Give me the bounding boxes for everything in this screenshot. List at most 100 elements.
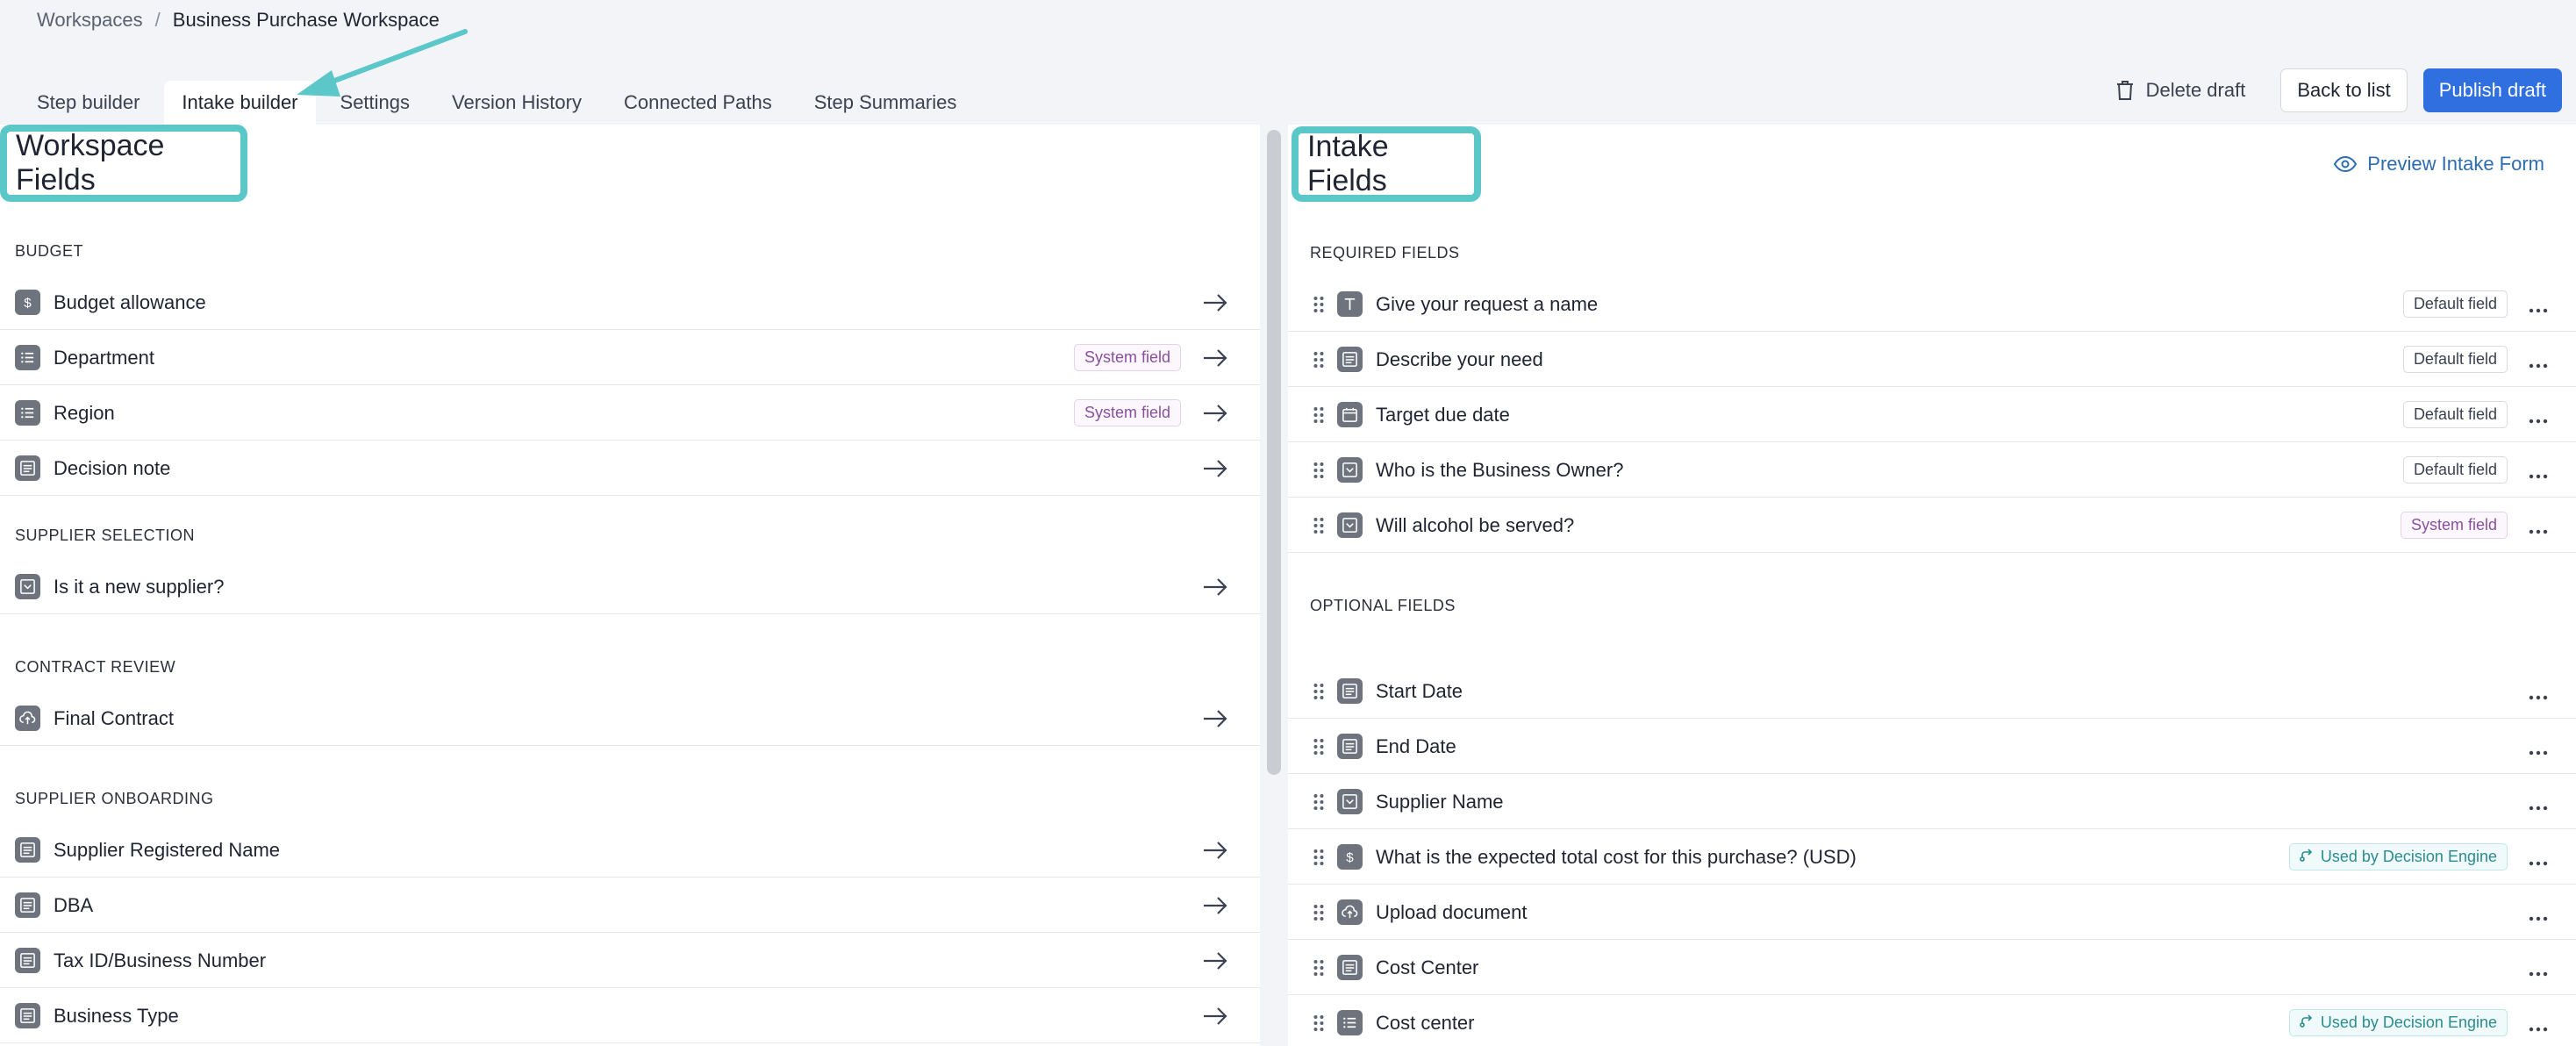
more-options-icon[interactable] — [2529, 523, 2548, 534]
drag-handle-icon[interactable] — [1313, 350, 1325, 369]
more-options-icon[interactable] — [2529, 302, 2548, 312]
intake-field-row[interactable]: Cost center Used by Decision Engine — [1288, 996, 2576, 1046]
field-label: Final Contract — [54, 706, 174, 729]
list-icon — [15, 345, 40, 370]
decision-engine-badge: Used by Decision Engine — [2288, 1009, 2508, 1036]
section-heading: CONTRACT REVIEW — [15, 658, 176, 676]
publish-draft-button[interactable]: Publish draft — [2422, 68, 2562, 112]
intake-field-row[interactable]: Target due date Default field — [1288, 388, 2576, 442]
arrow-right-icon[interactable] — [1202, 292, 1228, 313]
intake-field-row[interactable]: Supplier Name — [1288, 775, 2576, 829]
intake-field-row[interactable]: Cost Center — [1288, 941, 2576, 995]
more-options-icon[interactable] — [2529, 412, 2548, 423]
dollar-icon: $ — [1337, 844, 1363, 870]
more-options-icon[interactable] — [2529, 357, 2548, 368]
badge-label: Used by Decision Engine — [2320, 848, 2497, 865]
more-options-icon[interactable] — [2529, 799, 2548, 810]
intake-field-row[interactable]: Give your request a name Default field — [1288, 277, 2576, 332]
more-options-icon[interactable] — [2529, 910, 2548, 921]
text-area-icon — [15, 892, 40, 918]
field-label: Is it a new supplier? — [54, 575, 225, 598]
drag-handle-icon[interactable] — [1313, 682, 1325, 701]
intake-field-row[interactable]: Who is the Business Owner? Default field — [1288, 443, 2576, 498]
more-options-icon[interactable] — [2529, 965, 2548, 976]
breadcrumb-workspaces-link[interactable]: Workspaces — [37, 9, 143, 32]
tab-connected-paths[interactable]: Connected Paths — [606, 81, 790, 125]
intake-field-row[interactable]: End Date — [1288, 720, 2576, 774]
intake-fields-title: Intake Fields — [1292, 126, 1481, 202]
drag-handle-icon[interactable] — [1313, 792, 1325, 812]
default-field-badge: Default field — [2402, 401, 2508, 428]
arrow-right-icon[interactable] — [1202, 950, 1228, 971]
drag-handle-icon[interactable] — [1313, 958, 1325, 978]
more-options-icon[interactable] — [2529, 744, 2548, 755]
field-label: Upload document — [1376, 900, 1528, 923]
workspace-field-row[interactable]: DBA — [0, 878, 1260, 933]
workspace-field-row[interactable]: Is it a new supplier? — [0, 560, 1260, 614]
intake-field-row[interactable]: Describe your need Default field — [1288, 333, 2576, 387]
header-actions: Delete draft Back to list Publish draft — [2095, 68, 2562, 112]
preview-intake-form-link[interactable]: Preview Intake Form — [2334, 153, 2544, 176]
text-icon — [1337, 291, 1363, 317]
drag-handle-icon[interactable] — [1313, 1014, 1325, 1033]
delete-draft-button[interactable]: Delete draft — [2095, 68, 2265, 112]
drag-handle-icon[interactable] — [1313, 737, 1325, 756]
intake-field-row[interactable]: Will alcohol be served? System field — [1288, 498, 2576, 553]
drag-handle-icon[interactable] — [1313, 405, 1325, 425]
field-label: Start Date — [1376, 679, 1463, 702]
field-label: Who is the Business Owner? — [1376, 458, 1624, 481]
dropdown-icon — [15, 574, 40, 599]
workspace-field-row[interactable]: $ Budget allowance — [0, 276, 1260, 330]
arrow-right-icon[interactable] — [1202, 708, 1228, 729]
more-options-icon[interactable] — [2529, 1021, 2548, 1031]
tab-step-builder[interactable]: Step builder — [19, 81, 157, 125]
preview-intake-form-label: Preview Intake Form — [2367, 153, 2544, 175]
default-field-badge: Default field — [2402, 346, 2508, 373]
arrow-right-icon[interactable] — [1202, 403, 1228, 424]
workspace-field-row[interactable]: Department System field — [0, 331, 1260, 385]
field-label: Business Type — [54, 1004, 179, 1027]
left-scrollbar-thumb[interactable] — [1267, 130, 1281, 775]
workspace-field-row[interactable]: Region System field — [0, 386, 1260, 441]
text-area-icon — [15, 948, 40, 973]
section-heading: SUPPLIER SELECTION — [15, 527, 196, 544]
arrow-right-icon[interactable] — [1202, 577, 1228, 598]
arrow-right-icon[interactable] — [1202, 840, 1228, 861]
drag-handle-icon[interactable] — [1313, 903, 1325, 922]
drag-handle-icon[interactable] — [1313, 461, 1325, 480]
eye-icon — [2334, 156, 2358, 172]
arrow-right-icon[interactable] — [1202, 458, 1228, 479]
workspace-field-row[interactable]: Decision note — [0, 441, 1260, 496]
badge-label: Used by Decision Engine — [2320, 1014, 2497, 1031]
breadcrumb-separator: / — [154, 9, 161, 31]
back-to-list-button[interactable]: Back to list — [2280, 68, 2408, 112]
drag-handle-icon[interactable] — [1313, 295, 1325, 314]
more-options-icon[interactable] — [2529, 689, 2548, 699]
field-label: DBA — [54, 893, 94, 916]
text-area-icon — [1337, 955, 1363, 980]
upload-icon — [1337, 899, 1363, 925]
arrow-right-icon[interactable] — [1202, 895, 1228, 916]
workspace-field-row[interactable]: Tax ID/Business Number — [0, 934, 1260, 988]
intake-field-row[interactable]: Start Date — [1288, 664, 2576, 719]
intake-field-row[interactable]: $ What is the expected total cost for thi… — [1288, 830, 2576, 885]
more-options-icon[interactable] — [2529, 855, 2548, 865]
workspace-field-row[interactable]: Business Type — [0, 989, 1260, 1043]
tab-step-summaries[interactable]: Step Summaries — [797, 81, 975, 125]
arrow-right-icon[interactable] — [1202, 1006, 1228, 1027]
trash-icon — [2116, 81, 2133, 100]
field-label: End Date — [1376, 734, 1456, 757]
intake-field-row[interactable]: Upload document — [1288, 885, 2576, 940]
svg-text:$: $ — [1346, 850, 1354, 865]
drag-handle-icon[interactable] — [1313, 848, 1325, 867]
drag-handle-icon[interactable] — [1313, 516, 1325, 535]
field-label: Supplier Name — [1376, 790, 1504, 813]
field-label: Cost center — [1376, 1011, 1475, 1034]
more-options-icon[interactable] — [2529, 468, 2548, 478]
tab-bar: Step builder Intake builder Settings Ver… — [19, 77, 981, 125]
field-label: Budget allowance — [54, 290, 206, 313]
workspace-field-row[interactable]: Final Contract — [0, 691, 1260, 746]
workspace-field-row[interactable]: Supplier Registered Name — [0, 823, 1260, 878]
workspace-fields-panel: Workspace Fields BUDGET $ Budget allowance… — [0, 125, 1260, 1046]
arrow-right-icon[interactable] — [1202, 347, 1228, 369]
